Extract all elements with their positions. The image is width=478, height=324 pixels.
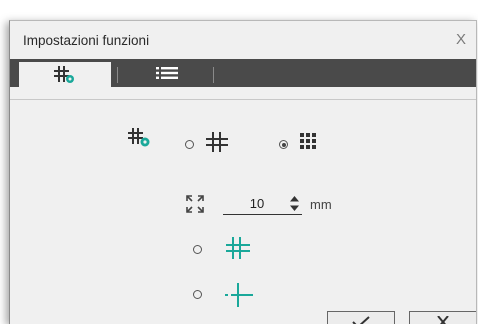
title-bar: Impostazioni funzioni X (10, 21, 476, 59)
spacing-underline (223, 214, 302, 215)
spin-arrows-icon[interactable] (290, 196, 299, 211)
ok-button[interactable] (327, 311, 395, 324)
close-button[interactable]: X (456, 31, 466, 48)
grid-lines-icon[interactable] (206, 132, 228, 152)
tab-grid-settings[interactable] (19, 62, 111, 87)
spacing-input[interactable]: 10 (242, 196, 272, 211)
divider (10, 99, 476, 100)
tab-separator (213, 67, 214, 83)
crosshair-icon[interactable] (225, 283, 253, 307)
cancel-button[interactable] (409, 311, 477, 324)
dialog-title: Impostazioni funzioni (23, 33, 149, 48)
grid-lines-radio[interactable] (185, 140, 194, 149)
grid-dots-radio[interactable] (279, 140, 288, 149)
grid-settings-icon (53, 65, 77, 85)
tab-separator (117, 67, 118, 83)
crosshair-radio[interactable] (193, 290, 202, 299)
grid-offset-icon[interactable] (224, 237, 250, 259)
tab-list[interactable] (120, 59, 215, 87)
grid-settings-icon (127, 127, 153, 149)
grid-offset-radio[interactable] (193, 245, 202, 254)
settings-dialog: Impostazioni funzioni X (9, 20, 477, 324)
expand-icon (186, 195, 204, 213)
spacing-unit: mm (310, 197, 332, 212)
list-icon (156, 67, 180, 79)
grid-dots-icon[interactable] (300, 133, 316, 149)
tab-bar (10, 59, 476, 87)
